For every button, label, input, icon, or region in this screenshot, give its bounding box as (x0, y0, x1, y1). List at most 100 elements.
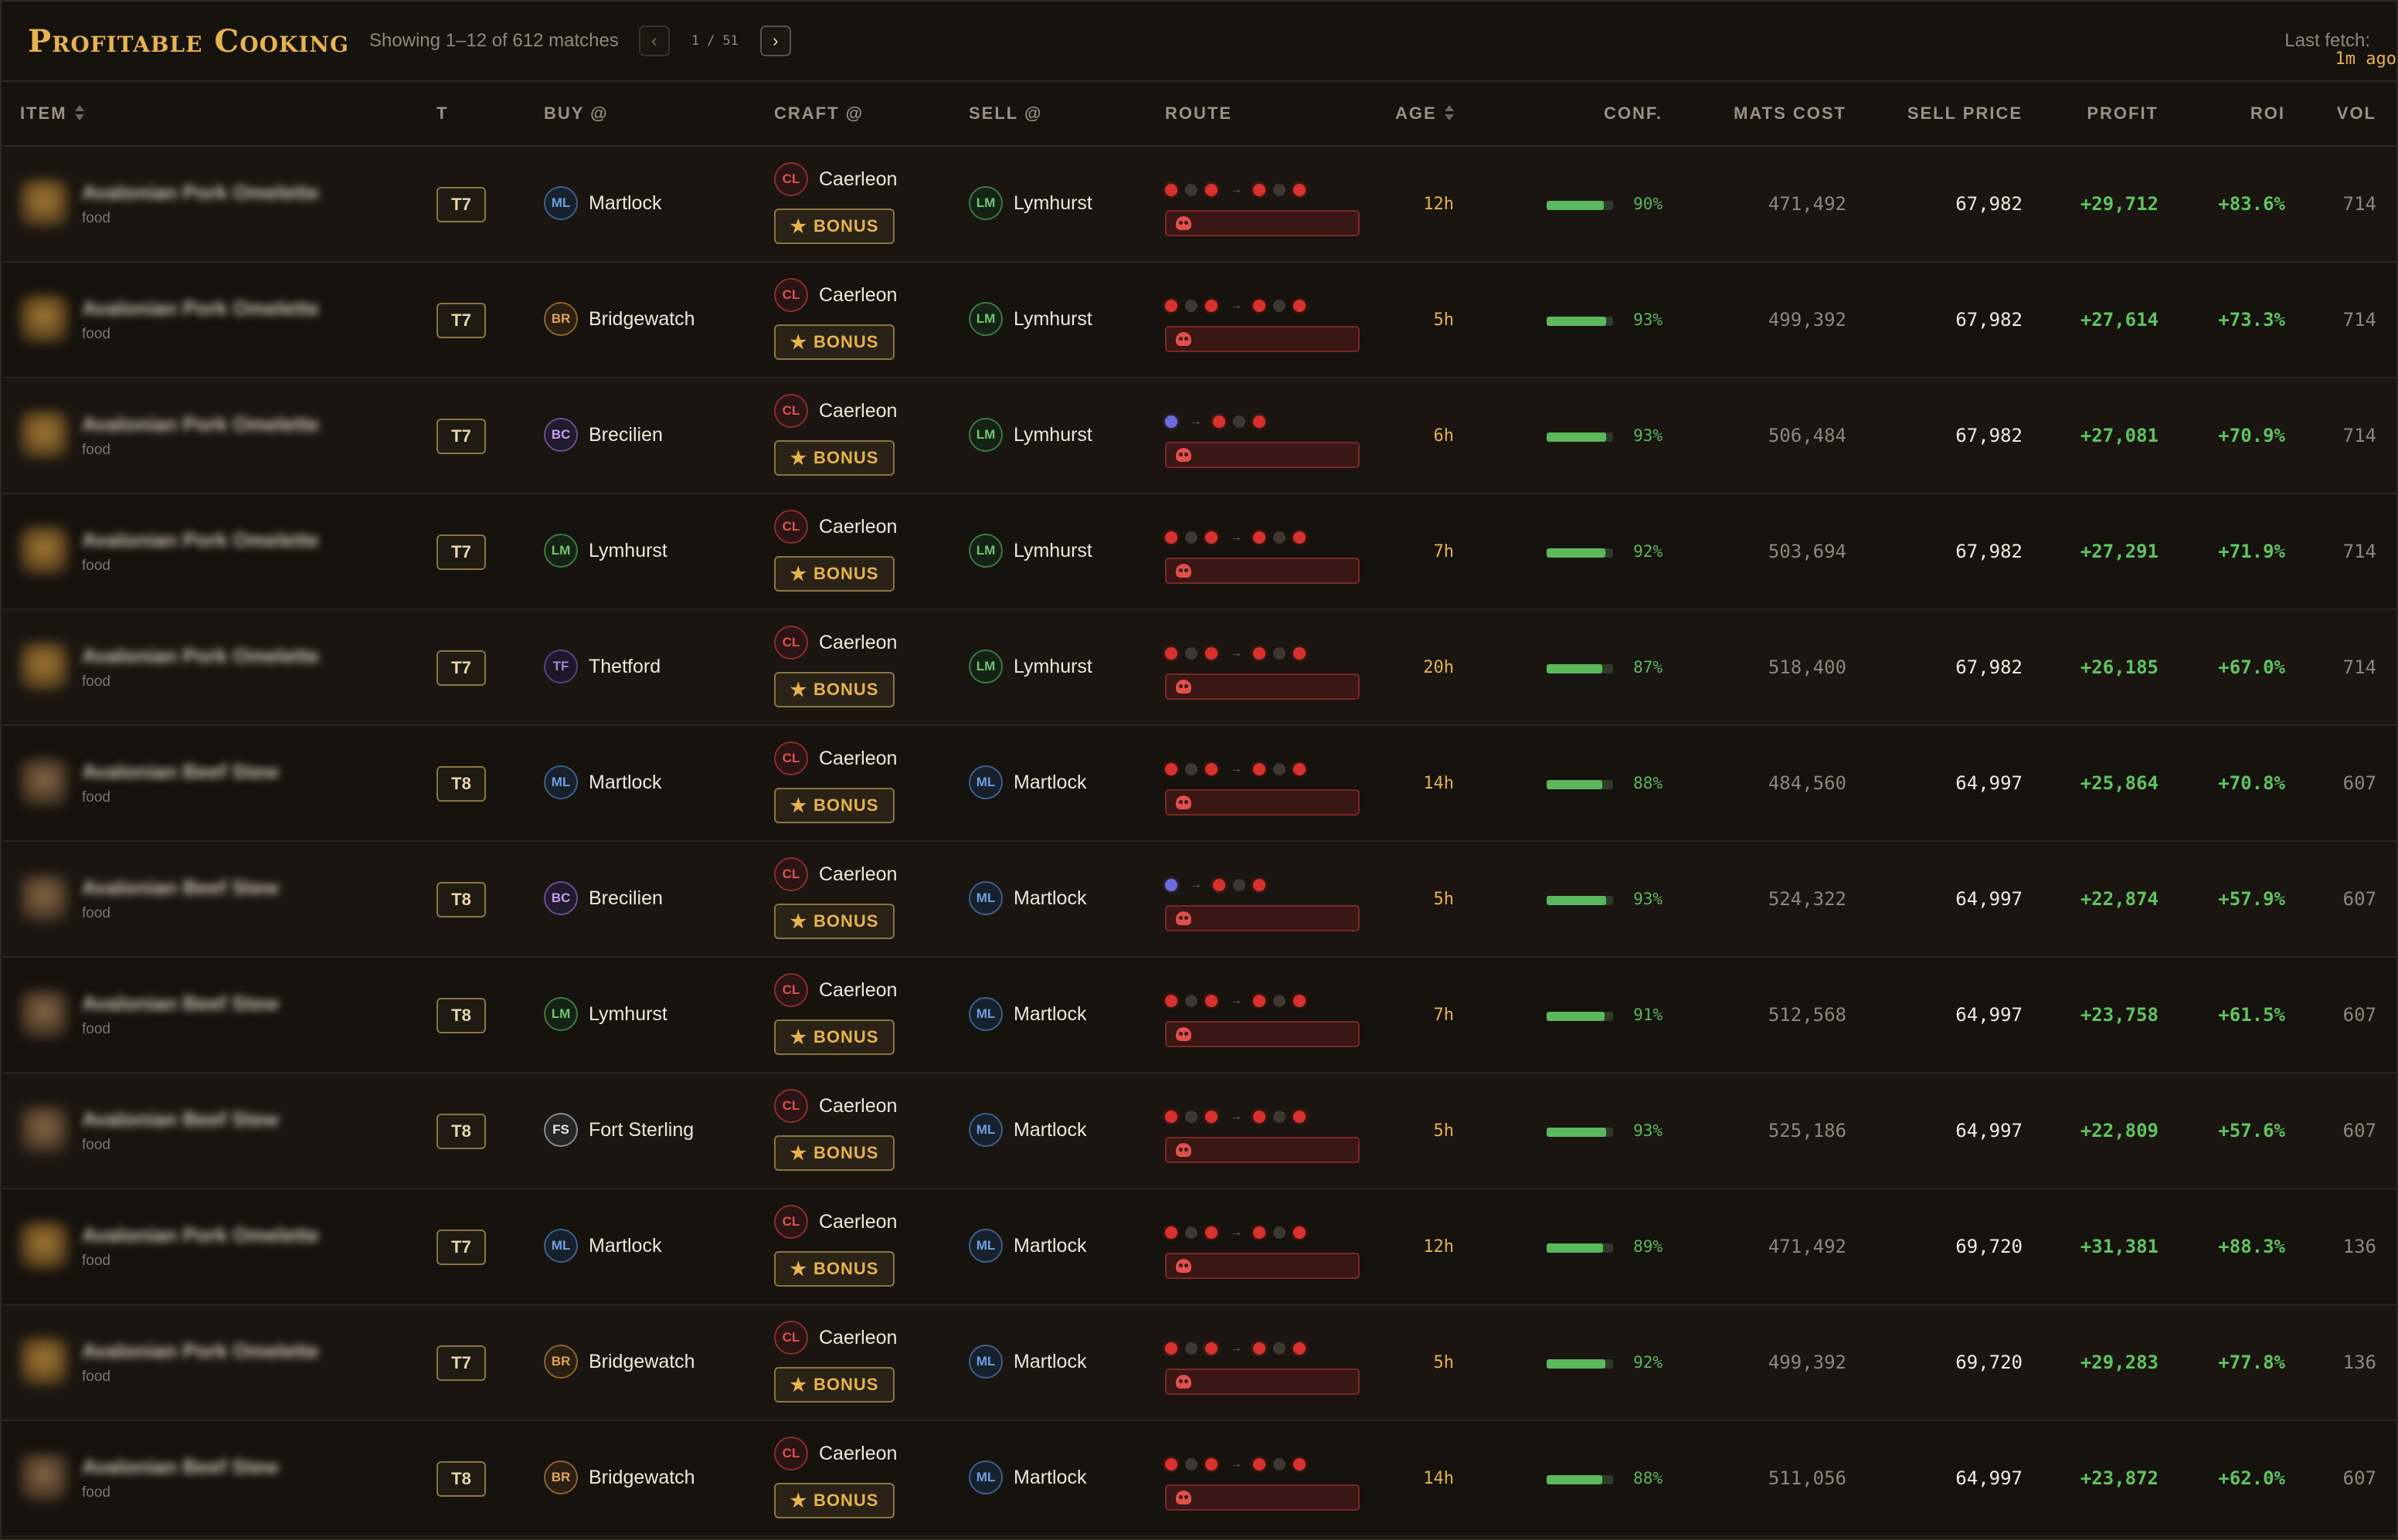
sell-price: 67,982 (1955, 193, 2023, 215)
star-icon: ★ (790, 1026, 808, 1048)
item-name[interactable]: Avalonian Beef Stew (82, 1108, 279, 1131)
route-path: → (1165, 760, 1313, 778)
table-row[interactable]: Avalonian Pork Omelette food T7 TF Thetford C… (2, 610, 2396, 726)
city-badge: LM (969, 534, 1003, 568)
table-row[interactable]: Avalonian Pork Omelette food T7 BR Bridgewat… (2, 1305, 2396, 1421)
route-danger-bar (1165, 326, 1360, 352)
route-dot (1185, 531, 1197, 544)
item-name[interactable]: Avalonian Beef Stew (82, 876, 279, 900)
profit-value: +27,614 (2080, 309, 2159, 331)
route-dot (1233, 879, 1245, 891)
volume-value: 714 (2342, 425, 2376, 446)
item-name[interactable]: Avalonian Pork Omelette (82, 644, 319, 668)
col-vol[interactable]: VOL (2337, 82, 2376, 145)
col-profit[interactable]: PROFIT (2087, 82, 2159, 145)
confidence-value: 88% (1633, 774, 1663, 792)
col-roi[interactable]: ROI (2250, 82, 2285, 145)
age-value: 7h (1433, 542, 1455, 561)
craft-city-name: Caerleon (819, 515, 898, 538)
chevron-right-icon: › (773, 31, 779, 50)
bonus-label: BONUS (813, 680, 879, 699)
item-name[interactable]: Avalonian Pork Omelette (82, 1223, 319, 1247)
item-icon (20, 643, 68, 690)
route-path: → (1165, 992, 1313, 1010)
mats-cost: 512,568 (1768, 1004, 1846, 1026)
arrow-right-icon: → (1230, 1457, 1242, 1470)
mats-cost: 525,186 (1768, 1120, 1846, 1141)
item-name[interactable]: Avalonian Pork Omelette (82, 1339, 319, 1363)
route-dot (1205, 763, 1218, 775)
col-mats[interactable]: MATS COST (1734, 82, 1846, 145)
table-row[interactable]: Avalonian Beef Stew food T8 BC Brecilien CL Ca… (2, 842, 2396, 958)
city-badge: LM (969, 418, 1003, 452)
sell-city: ML Martlock (969, 997, 1086, 1031)
city-badge: CL (774, 626, 808, 660)
col-item[interactable]: ITEM (20, 82, 84, 145)
confidence-bar (1547, 780, 1613, 789)
tier-badge: T8 (436, 1114, 486, 1149)
item-category: food (82, 789, 110, 806)
item-name[interactable]: Avalonian Pork Omelette (82, 181, 319, 205)
star-icon: ★ (790, 1490, 808, 1511)
confidence-fill (1547, 896, 1606, 905)
table-row[interactable]: Avalonian Beef Stew food T8 FS Fort Sterling… (2, 1074, 2396, 1189)
profit-value: +23,758 (2080, 1004, 2159, 1026)
craft-city-name: Caerleon (819, 1210, 898, 1233)
profit-value: +22,874 (2080, 888, 2159, 910)
tier-badge: T7 (436, 419, 486, 454)
buy-city: LM Lymhurst (544, 997, 667, 1031)
col-buy[interactable]: BUY @ (544, 82, 609, 145)
sell-city: ML Martlock (969, 765, 1086, 799)
item-name[interactable]: Avalonian Beef Stew (82, 992, 279, 1016)
route-danger-bar (1165, 789, 1360, 816)
sell-city: ML Martlock (969, 1460, 1086, 1494)
table-row[interactable]: Avalonian Pork Omelette food T7 ML Martlock C… (2, 147, 2396, 263)
sell-price: 69,720 (1955, 1352, 2023, 1373)
table-row[interactable]: Avalonian Pork Omelette food T7 BC Brecilien… (2, 378, 2396, 494)
table-row[interactable]: Avalonian Beef Stew food T8 LM Lymhurst CL Cae… (2, 958, 2396, 1074)
next-page-button[interactable]: › (759, 25, 791, 56)
item-name[interactable]: Avalonian Pork Omelette (82, 297, 319, 321)
table-row[interactable]: Avalonian Pork Omelette food T7 BR Bridgewat… (2, 263, 2396, 378)
craft-city: CL Caerleon (774, 741, 897, 775)
sell-city: LM Lymhurst (969, 534, 1092, 568)
age-value: 5h (1433, 890, 1455, 909)
route-dot (1165, 879, 1177, 891)
route-path: → (1165, 876, 1273, 894)
item-name[interactable]: Avalonian Beef Stew (82, 1455, 279, 1479)
col-sell[interactable]: SELL @ (969, 82, 1042, 145)
buy-city-name: Martlock (589, 192, 662, 214)
item-name[interactable]: Avalonian Pork Omelette (82, 412, 319, 436)
table-body: Avalonian Pork Omelette food T7 ML Martlock C… (2, 147, 2396, 1537)
prev-page-button[interactable]: ‹ (638, 25, 670, 56)
table-row[interactable]: Avalonian Beef Stew food T8 ML Martlock CL Cae… (2, 726, 2396, 842)
route-dot (1293, 647, 1306, 660)
city-badge: CL (774, 1437, 808, 1470)
table-row[interactable]: Avalonian Pork Omelette food T7 LM Lymhurst C… (2, 494, 2396, 610)
table-row[interactable]: Avalonian Pork Omelette food T7 ML Martlock C… (2, 1189, 2396, 1305)
city-badge: CL (774, 741, 808, 775)
volume-value: 714 (2342, 541, 2376, 562)
buy-city-name: Lymhurst (589, 1002, 667, 1025)
table-row[interactable]: Avalonian Beef Stew food T8 BR Bridgewatch CL… (2, 1421, 2396, 1537)
route-dot (1273, 1226, 1286, 1239)
roi-value: +83.6% (2218, 193, 2285, 215)
col-conf[interactable]: CONF. (1604, 82, 1663, 145)
col-tier[interactable]: T (436, 82, 448, 145)
age-value: 20h (1423, 658, 1454, 677)
col-route[interactable]: ROUTE (1165, 82, 1232, 145)
route-dot (1293, 995, 1306, 1007)
bonus-label: BONUS (813, 911, 879, 931)
col-price[interactable]: SELL PRICE (1907, 82, 2023, 145)
col-craft[interactable]: CRAFT @ (774, 82, 864, 145)
roi-value: +61.5% (2218, 1004, 2285, 1026)
item-name[interactable]: Avalonian Beef Stew (82, 760, 279, 784)
col-age[interactable]: AGE (1395, 82, 1454, 145)
tier-badge: T8 (436, 998, 486, 1033)
route-dot (1205, 1342, 1218, 1355)
route-dot (1205, 531, 1218, 544)
item-name[interactable]: Avalonian Pork Omelette (82, 528, 319, 552)
confidence-fill (1547, 201, 1604, 210)
volume-value: 607 (2342, 888, 2376, 910)
city-badge: LM (969, 302, 1003, 336)
